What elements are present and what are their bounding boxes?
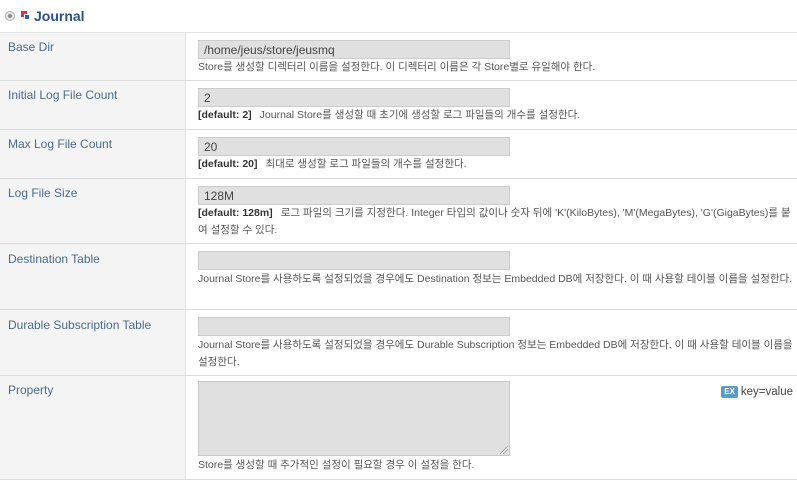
- example-text: key=value: [740, 386, 793, 398]
- row-base-dir: Base Dir /home/jeus/store/jeusmq Store를 …: [0, 33, 797, 81]
- max-log-file-count-label: Max Log File Count: [8, 137, 113, 151]
- section-title: Journal: [34, 8, 85, 24]
- max-log-file-count-default: [default: 20]: [198, 158, 258, 170]
- durable-subscription-table-input[interactable]: [198, 317, 510, 336]
- durable-subscription-table-label: Durable Subscription Table: [8, 318, 152, 332]
- section-header: Journal: [0, 0, 797, 33]
- property-textarea[interactable]: [198, 381, 510, 456]
- destination-table-input[interactable]: [198, 251, 510, 270]
- base-dir-description: Store를 생성할 디렉터리 이름을 설정한다. 이 디렉터리 이름은 각 S…: [198, 61, 596, 73]
- row-durable-subscription-table: Durable Subscription Table Journal Store…: [0, 310, 797, 376]
- initial-log-file-count-label: Initial Log File Count: [8, 88, 118, 102]
- log-file-size-default: [default: 128m]: [198, 207, 273, 219]
- log-file-size-description: 로그 파일의 크기를 지정한다. Integer 타입의 값이나 숫자 뒤에 '…: [198, 207, 791, 236]
- initial-log-file-count-input[interactable]: 2: [198, 88, 510, 107]
- max-log-file-count-input[interactable]: 20: [198, 137, 510, 156]
- section-icon: [21, 11, 31, 21]
- base-dir-label: Base Dir: [8, 40, 55, 54]
- max-log-file-count-description: 최대로 생성할 로그 파일들의 개수를 설정한다.: [265, 158, 467, 170]
- log-file-size-label: Log File Size: [8, 186, 78, 200]
- collapse-toggle-icon[interactable]: [5, 11, 15, 21]
- resize-grip-icon[interactable]: [500, 446, 508, 454]
- property-example: EX key=value: [721, 386, 793, 398]
- property-description: Store를 생성할 때 추가적인 설정이 필요할 경우 이 설정을 한다.: [198, 459, 475, 471]
- initial-log-file-count-default: [default: 2]: [198, 109, 252, 121]
- row-log-file-size: Log File Size 128M [default: 128m] 로그 파일의…: [0, 179, 797, 244]
- base-dir-input[interactable]: /home/jeus/store/jeusmq: [198, 40, 510, 59]
- destination-table-description: Journal Store를 사용하도록 설정되었을 경우에도 Destinat…: [198, 273, 793, 285]
- initial-log-file-count-description: Journal Store를 생성할 때 초기에 생성할 로그 파일들의 개수를…: [259, 109, 581, 121]
- max-log-file-count-help: [default: 20] 최대로 생성할 로그 파일들의 개수를 설정한다.: [198, 156, 793, 173]
- destination-table-label: Destination Table: [8, 252, 100, 266]
- row-destination-table: Destination Table Journal Store를 사용하도록 설…: [0, 244, 797, 310]
- row-max-log-file-count: Max Log File Count 20 [default: 20] 최대로 생…: [0, 130, 797, 179]
- property-label: Property: [8, 383, 54, 397]
- row-initial-log-file-count: Initial Log File Count 2 [default: 2] Jou…: [0, 81, 797, 130]
- example-badge: EX: [721, 386, 738, 398]
- row-property: Property EX key=value Store를 생성할 때 추가적인 …: [0, 376, 797, 480]
- log-file-size-input[interactable]: 128M: [198, 186, 510, 205]
- durable-subscription-table-description: Journal Store를 사용하도록 설정되었을 경우에도 Durable …: [198, 339, 793, 368]
- log-file-size-help: [default: 128m] 로그 파일의 크기를 지정한다. Integer …: [198, 205, 793, 239]
- initial-log-file-count-help: [default: 2] Journal Store를 생성할 때 초기에 생성할…: [198, 107, 793, 124]
